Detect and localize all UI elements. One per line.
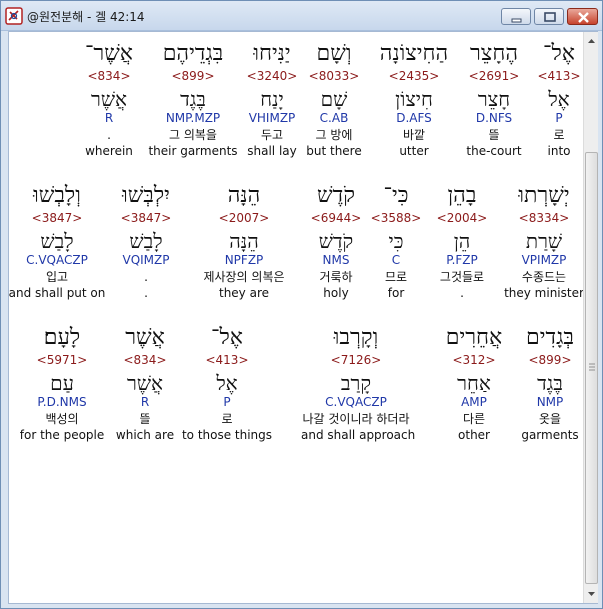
morphology-code: AMP [461,395,487,409]
hebrew-word: וְלָבְשׁוּ [33,183,81,208]
close-button[interactable] [567,8,598,25]
app-window: @원전분해 - 겔 42:14 אֶל־ <413> אֶל P 로 into … [0,0,603,609]
hebrew-word: וְקָרְבוּ [333,325,379,350]
word-cell[interactable]: אֲחֵרִים <312> אַחֵר AMP 다른 other [419,326,529,443]
lemma: אַחֵר [457,371,491,395]
english-gloss: they are [218,286,269,300]
scroll-grip-icon [589,363,595,371]
minimize-icon [511,18,522,23]
korean-gloss: . [107,128,111,142]
word-cell[interactable]: לָעָם׃ <5971> עַם P.D.NMS 백성의 for the pe… [7,326,117,443]
strong-number[interactable]: <312> [419,353,529,367]
morphology-code: C.VQACZP [26,253,88,267]
app-icon[interactable] [5,7,23,25]
maximize-icon [544,12,556,22]
morphology-code: R [104,111,114,125]
korean-gloss: 나갈 것이니라 하더라 [302,412,410,426]
strong-number[interactable]: <834> [54,69,164,83]
morphology-code: C.VQACZP [325,395,387,409]
strong-number[interactable]: <2007> [189,211,299,225]
lemma: עַם [50,371,74,395]
lemma: אֲשֶׁר [91,87,127,111]
korean-gloss: 백성의 [45,412,79,426]
verse-breakdown: אֶל־ <413> אֶל P 로 into הֶחָצֵר <2691> ח… [7,32,584,603]
strong-number[interactable]: <3847> [2,211,112,225]
lemma: קָרַב [340,371,372,395]
word-cell[interactable]: וְלָבְשׁוּ <3847> לָבַשׁ C.VQACZP 입고 and… [2,184,112,301]
lemma: הֵנָּה [229,229,259,253]
hebrew-word: הֵנָּה [227,183,261,208]
korean-gloss: 입고 [45,270,69,284]
english-gloss: other [458,428,490,442]
close-icon [578,12,589,23]
title-bar[interactable]: @원전분해 - 겔 42:14 [1,1,602,31]
vertical-scrollbar[interactable] [583,32,598,603]
english-gloss: wherein [85,144,133,158]
morphology-code: NPFZP [224,253,264,267]
morphology-code: P.D.NMS [37,395,87,409]
korean-gloss: 제사장의 의복은 [203,270,285,284]
word-cell[interactable]: הֵנָּה <2007> הֵנָּה NPFZP 제사장의 의복은 they… [189,184,299,301]
word-cell[interactable]: וְקָרְבוּ <7126> קָרַב C.VQACZP 나갈 것이니라 … [301,325,416,443]
minimize-button[interactable] [501,8,531,25]
chevron-up-icon[interactable] [584,32,599,49]
maximize-button[interactable] [534,8,564,25]
english-gloss: for the people [19,428,105,442]
word-cell[interactable]: אֲשֶׁר־ <834> אֲשֶׁר R . wherein [54,42,164,159]
hebrew-word: אֲחֵרִים [445,325,503,350]
strong-number[interactable]: <5971> [7,353,117,367]
hebrew-word: לָעָם׃ [43,325,81,350]
scrollbar-thumb[interactable] [585,152,598,584]
english-gloss: and shall put on [8,286,106,300]
lemma: לָבַשׁ [40,229,74,253]
strong-number[interactable]: <7126> [301,353,411,367]
english-gloss: and shall approach [301,428,416,442]
hebrew-word: אֲשֶׁר־ [84,41,133,66]
korean-gloss: 다른 [462,412,486,426]
window-title: @원전분해 - 겔 42:14 [27,10,145,24]
chevron-down-icon[interactable] [584,586,599,603]
verse-panel: אֶל־ <413> אֶל P 로 into הֶחָצֵר <2691> ח… [8,31,598,604]
